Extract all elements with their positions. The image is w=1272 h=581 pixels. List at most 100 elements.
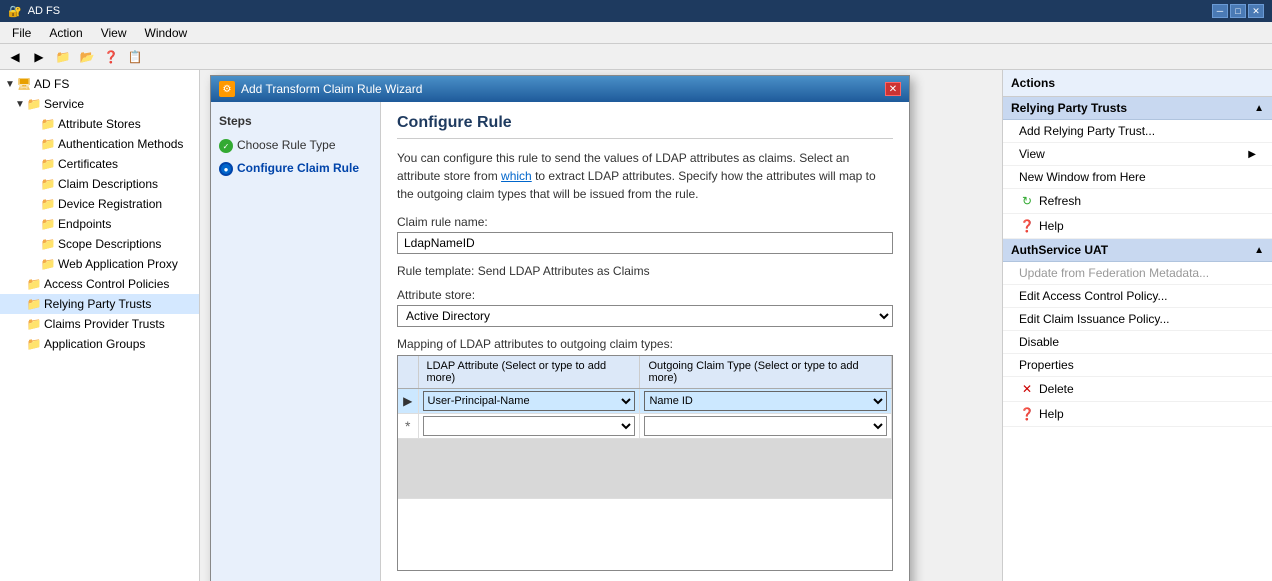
chevron-up-rpt: ▲ <box>1254 103 1264 114</box>
actions-section-header-uat[interactable]: AuthService UAT ▲ <box>1003 239 1272 262</box>
action-label-edit-acp: Edit Access Control Policy... <box>1019 289 1168 303</box>
help-icon-rpt: ❓ <box>1019 218 1035 234</box>
actions-section-header-rpt[interactable]: Relying Party Trusts ▲ <box>1003 97 1272 120</box>
menu-window[interactable]: Window <box>137 24 196 42</box>
help-icon-uat: ❓ <box>1019 406 1035 422</box>
step-item-choose-rule-type: ✓ Choose Rule Type <box>219 138 372 153</box>
mapping-table: LDAP Attribute (Select or type to add mo… <box>398 356 892 499</box>
action-help-rpt[interactable]: ❓ Help <box>1003 214 1272 239</box>
sidebar-label-claim-descriptions: Claim Descriptions <box>58 177 158 191</box>
wizard-desc-link[interactable]: which <box>501 169 532 183</box>
sidebar-label-adfs: AD FS <box>34 77 69 91</box>
wizard-steps-title: Steps <box>219 114 372 128</box>
table-row: * <box>398 414 892 439</box>
actions-section-rpt: Relying Party Trusts ▲ Add Relying Party… <box>1003 97 1272 239</box>
actions-section-title-rpt: Relying Party Trusts <box>1011 101 1127 115</box>
attribute-store-label: Attribute store: <box>397 288 893 302</box>
menu-file[interactable]: File <box>4 24 39 42</box>
col-ldap-header: LDAP Attribute (Select or type to add mo… <box>418 356 640 389</box>
sidebar-item-claims-provider-trusts[interactable]: 📁 Claims Provider Trusts <box>0 314 199 334</box>
action-view[interactable]: View ▶ <box>1003 143 1272 166</box>
auth-methods-icon: 📁 <box>40 136 56 152</box>
sidebar-item-web-app-proxy[interactable]: 📁 Web Application Proxy <box>0 254 199 274</box>
toolbar-up-button[interactable]: 📁 <box>52 47 74 67</box>
claim-desc-icon: 📁 <box>40 176 56 192</box>
menu-bar: File Action View Window <box>0 22 1272 44</box>
action-edit-claim-issuance-policy[interactable]: Edit Claim Issuance Policy... <box>1003 308 1272 331</box>
menu-action[interactable]: Action <box>41 24 90 42</box>
action-disable[interactable]: Disable <box>1003 331 1272 354</box>
sidebar-item-claim-descriptions[interactable]: 📁 Claim Descriptions <box>0 174 199 194</box>
wizard-title-bar: ⚙ Add Transform Claim Rule Wizard ✕ <box>211 76 909 102</box>
row-new-ldap-select[interactable] <box>423 416 636 436</box>
sidebar-item-endpoints[interactable]: 📁 Endpoints <box>0 214 199 234</box>
step-bullet-choose-rule-type: ✓ <box>219 139 233 153</box>
cpt-icon: 📁 <box>26 316 42 332</box>
menu-view[interactable]: View <box>93 24 135 42</box>
step-bullet-configure-claim-rule: ● <box>219 162 233 176</box>
endpoints-icon: 📁 <box>40 216 56 232</box>
step-label-configure-claim-rule: Configure Claim Rule <box>237 161 359 175</box>
sidebar-item-application-groups[interactable]: 📁 Application Groups <box>0 334 199 354</box>
sidebar-label-endpoints: Endpoints <box>58 217 111 231</box>
minimize-button[interactable]: ─ <box>1212 4 1228 18</box>
action-new-window-from-here[interactable]: New Window from Here <box>1003 166 1272 189</box>
adfs-icon: 🖥 <box>16 76 32 92</box>
claim-rule-name-input[interactable] <box>397 232 893 254</box>
maximize-button[interactable]: □ <box>1230 4 1246 18</box>
right-panel: Actions Relying Party Trusts ▲ Add Relyi… <box>1002 70 1272 581</box>
toolbar-folder-button[interactable]: 📂 <box>76 47 98 67</box>
main-content: ▼ 🖥 AD FS ▼ 📁 Service 📁 Attribute Stores <box>0 70 1272 581</box>
row-new-ldap-cell <box>418 414 640 439</box>
sidebar-label-scope-descriptions: Scope Descriptions <box>58 237 161 251</box>
row-indicator-1: ▶ <box>398 389 418 414</box>
certs-icon: 📁 <box>40 156 56 172</box>
wizard-steps-panel: Steps ✓ Choose Rule Type ● Configure Cla… <box>211 102 381 581</box>
attribute-store-select[interactable]: Active Directory <box>397 305 893 327</box>
close-button[interactable]: ✕ <box>1248 4 1264 18</box>
toolbar-back-button[interactable]: ◀ <box>4 47 26 67</box>
sidebar-item-adfs[interactable]: ▼ 🖥 AD FS <box>0 74 199 94</box>
actions-header: Actions <box>1003 70 1272 97</box>
attr-stores-icon: 📁 <box>40 116 56 132</box>
adfs-expand-icon: ▼ <box>4 79 16 90</box>
action-refresh[interactable]: ↻ Refresh <box>1003 189 1272 214</box>
wizard-description: You can configure this rule to send the … <box>397 149 893 203</box>
sidebar-item-device-registration[interactable]: 📁 Device Registration <box>0 194 199 214</box>
action-label-view: View <box>1019 147 1045 161</box>
mapping-table-container: LDAP Attribute (Select or type to add mo… <box>397 355 893 571</box>
action-help-uat[interactable]: ❓ Help <box>1003 402 1272 427</box>
wizard-title-left: ⚙ Add Transform Claim Rule Wizard <box>219 81 422 97</box>
sidebar-item-scope-descriptions[interactable]: 📁 Scope Descriptions <box>0 234 199 254</box>
title-bar-left: 🔐 AD FS <box>8 5 60 18</box>
sidebar-item-auth-methods[interactable]: 📁 Authentication Methods <box>0 134 199 154</box>
toolbar-help-button[interactable]: ❓ <box>100 47 122 67</box>
action-edit-access-control-policy[interactable]: Edit Access Control Policy... <box>1003 285 1272 308</box>
sidebar-item-relying-party-trusts[interactable]: 📁 Relying Party Trusts <box>0 294 199 314</box>
action-delete[interactable]: ✕ Delete <box>1003 377 1272 402</box>
app-title: AD FS <box>28 5 60 17</box>
ag-icon: 📁 <box>26 336 42 352</box>
row-1-outgoing-select[interactable]: Name ID <box>644 391 887 411</box>
sidebar-label-device-registration: Device Registration <box>58 197 162 211</box>
toolbar-forward-button[interactable]: ▶ <box>28 47 50 67</box>
action-properties[interactable]: Properties <box>1003 354 1272 377</box>
sidebar-item-attribute-stores[interactable]: 📁 Attribute Stores <box>0 114 199 134</box>
wizard-title-text: Add Transform Claim Rule Wizard <box>241 82 422 96</box>
sidebar-item-access-control-policies[interactable]: 📁 Access Control Policies <box>0 274 199 294</box>
toolbar-info-button[interactable]: 📋 <box>124 47 146 67</box>
action-add-relying-party-trust[interactable]: Add Relying Party Trust... <box>1003 120 1272 143</box>
wizard-close-button[interactable]: ✕ <box>885 82 901 96</box>
sidebar-item-certificates[interactable]: 📁 Certificates <box>0 154 199 174</box>
action-label-new-window: New Window from Here <box>1019 170 1146 184</box>
mapping-empty-row <box>398 439 892 499</box>
sidebar-item-service[interactable]: ▼ 📁 Service <box>0 94 199 114</box>
mapping-table-header-row: LDAP Attribute (Select or type to add mo… <box>398 356 892 389</box>
app-title-icon: 🔐 <box>8 5 22 18</box>
rule-template-text: Send LDAP Attributes as Claims <box>478 264 650 278</box>
app-container: 🔐 AD FS ─ □ ✕ File Action View Window ◀ … <box>0 0 1272 581</box>
sidebar-label-access-control-policies: Access Control Policies <box>44 277 169 291</box>
row-1-ldap-select[interactable]: User-Principal-Name <box>423 391 636 411</box>
row-new-outgoing-select[interactable] <box>644 416 887 436</box>
rpt-icon: 📁 <box>26 296 42 312</box>
